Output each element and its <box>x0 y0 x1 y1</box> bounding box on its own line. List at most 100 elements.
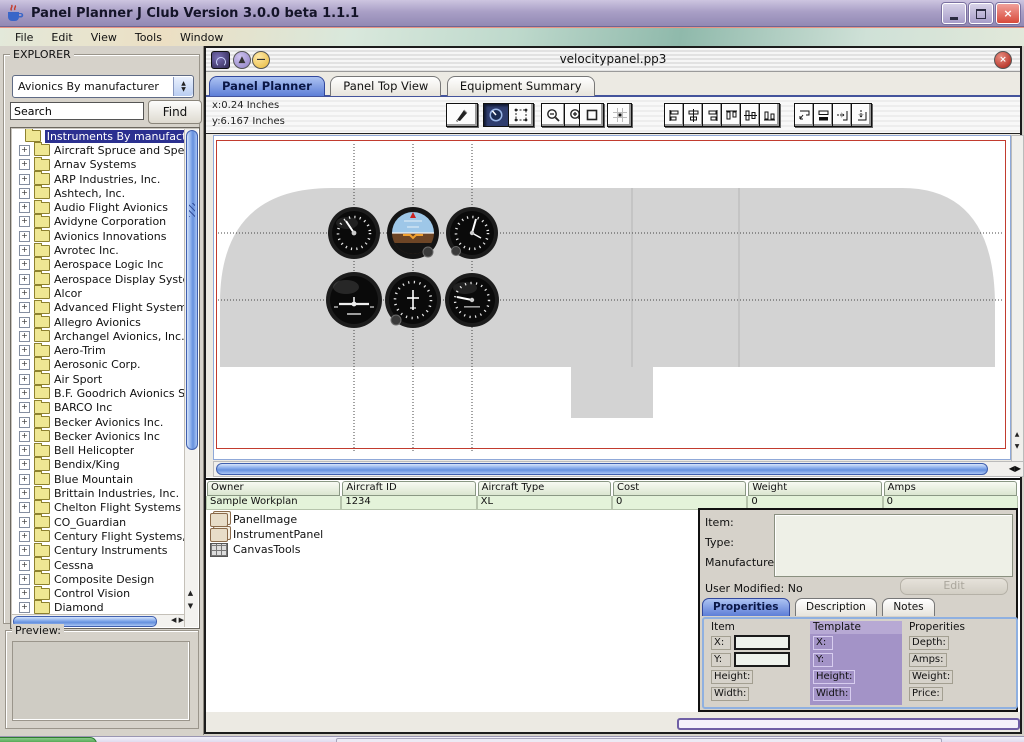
column-header[interactable]: Aircraft ID <box>342 481 475 496</box>
category-combobox[interactable]: Avionics By manufacturer ▲▼ <box>12 75 194 98</box>
tree-item[interactable]: + Advanced Flight Systems <box>12 301 184 315</box>
snap-right-button[interactable] <box>832 103 853 127</box>
scroll-up-icon[interactable]: ▲ <box>1012 431 1022 438</box>
airspeed-indicator[interactable] <box>328 207 380 259</box>
document-titlebar[interactable]: ▲ — velocitypanel.pp3 × <box>206 48 1020 72</box>
tree-item[interactable]: + Avidyne Corporation <box>12 215 184 229</box>
altimeter[interactable] <box>446 207 498 259</box>
table-cell[interactable]: Sample Workplan <box>206 496 341 510</box>
turn-coordinator[interactable] <box>326 272 382 328</box>
snap-top-button[interactable] <box>794 103 815 127</box>
select-tool-button[interactable] <box>508 103 534 127</box>
zoom-out-button[interactable] <box>541 103 566 127</box>
expand-icon[interactable]: + <box>19 145 30 156</box>
tree-item[interactable]: + Aerospace Logic Inc <box>12 258 184 272</box>
tree-item[interactable]: + Avionics Innovations <box>12 229 184 243</box>
tree-item[interactable]: + Ashtech, Inc. <box>12 186 184 200</box>
tab-properities[interactable]: Properities <box>702 598 790 616</box>
align-middle-button[interactable] <box>740 103 761 127</box>
tab-description[interactable]: Description <box>795 598 877 616</box>
tree-vertical-scrollbar[interactable]: ▲▼ <box>184 129 198 627</box>
expand-icon[interactable]: + <box>19 602 30 613</box>
tree-item[interactable]: + Becker Avionics Inc. <box>12 415 184 429</box>
column-header[interactable]: Weight <box>748 481 881 496</box>
align-bottom-button[interactable] <box>759 103 780 127</box>
field-input[interactable] <box>734 635 790 650</box>
menu-item[interactable]: Edit <box>42 30 81 45</box>
bottom-horizontal-scrollbar[interactable] <box>677 718 1020 730</box>
expand-icon[interactable]: + <box>19 417 30 428</box>
menu-item[interactable]: View <box>82 30 126 45</box>
column-header[interactable]: Aircraft Type <box>478 481 611 496</box>
tab-notes[interactable]: Notes <box>882 598 934 616</box>
scroll-arrows-icon[interactable]: ◀ ▶ <box>171 616 184 624</box>
table-cell[interactable]: 1234 <box>341 496 476 510</box>
heading-indicator[interactable] <box>385 272 441 328</box>
expand-icon[interactable]: + <box>19 474 30 485</box>
table-cell[interactable]: XL <box>477 496 612 510</box>
expand-icon[interactable]: + <box>19 274 30 285</box>
instrument-tool-button[interactable] <box>483 103 509 127</box>
doc-close-button[interactable]: × <box>994 51 1012 69</box>
expand-icon[interactable]: + <box>19 588 30 599</box>
expand-icon[interactable]: + <box>19 388 30 399</box>
tree-item[interactable]: + Alcor <box>12 286 184 300</box>
expand-icon[interactable]: + <box>19 402 30 413</box>
tree-item[interactable]: + Arnav Systems <box>12 158 184 172</box>
expand-icon[interactable]: + <box>19 488 30 499</box>
tree-item[interactable]: + Century Instruments <box>12 544 184 558</box>
tree-item[interactable]: + Becker Avionics Inc <box>12 429 184 443</box>
tree-item[interactable]: + B.F. Goodrich Avionics Sys <box>12 386 184 400</box>
tree-item[interactable]: + Audio Flight Avionics <box>12 200 184 214</box>
tree-item[interactable]: + Brittain Industries, Inc. <box>12 486 184 500</box>
minimize-button[interactable] <box>942 3 966 24</box>
tree-item[interactable]: + Control Vision <box>12 587 184 601</box>
scrollbar-thumb[interactable] <box>186 130 198 450</box>
tree-item[interactable]: + Diamond <box>12 601 184 615</box>
tab-equipment-summary[interactable]: Equipment Summary <box>447 76 595 96</box>
align-right-button[interactable] <box>702 103 723 127</box>
expand-icon[interactable]: + <box>19 374 30 385</box>
snap-bottom-button[interactable] <box>851 103 872 127</box>
canvas-horizontal-scrollbar[interactable]: ◀▶ <box>213 461 1024 477</box>
tree-item[interactable]: + Allegro Avionics <box>12 315 184 329</box>
vertical-speed-indicator[interactable] <box>445 273 499 327</box>
tree-item[interactable]: + Blue Mountain <box>12 472 184 486</box>
expand-icon[interactable]: + <box>19 459 30 470</box>
expand-icon[interactable]: + <box>19 531 30 542</box>
menu-item[interactable]: Tools <box>126 30 171 45</box>
tree-item[interactable]: + Avrotec Inc. <box>12 243 184 257</box>
attitude-indicator[interactable] <box>387 207 439 259</box>
expand-icon[interactable]: + <box>19 445 30 456</box>
tree-item[interactable]: + Aero-Trim <box>12 343 184 357</box>
tree-item[interactable]: + Chelton Flight Systems <box>12 501 184 515</box>
layer-item[interactable]: CanvasTools <box>210 542 410 557</box>
tree-item[interactable]: + Bell Helicopter <box>12 444 184 458</box>
tab-panel-planner[interactable]: Panel Planner <box>209 76 325 96</box>
expand-icon[interactable]: + <box>19 574 30 585</box>
restore-button[interactable] <box>969 3 993 24</box>
scroll-arrows-icon[interactable]: ◀▶ <box>1009 464 1021 473</box>
tree-item[interactable]: + CO_Guardian <box>12 515 184 529</box>
expand-icon[interactable]: + <box>19 317 30 328</box>
snap-middle-button[interactable] <box>813 103 834 127</box>
canvas-vertical-scrollbar[interactable]: ▲ ▼ <box>1011 135 1024 462</box>
expand-icon[interactable]: + <box>19 431 30 442</box>
scroll-arrows-icon[interactable]: ▲▼ <box>184 587 197 613</box>
tree-root-item[interactable]: + Instruments By manufacturer <box>12 129 184 143</box>
expand-icon[interactable]: + <box>19 545 30 556</box>
column-header[interactable]: Cost <box>613 481 746 496</box>
expand-icon[interactable]: + <box>19 188 30 199</box>
edit-button[interactable]: Edit <box>900 578 1008 595</box>
layer-item[interactable]: PanelImage <box>210 512 410 527</box>
close-button[interactable]: × <box>996 3 1020 24</box>
grid-snap-button[interactable] <box>607 103 632 127</box>
tree-item[interactable]: + ARP Industries, Inc. <box>12 172 184 186</box>
expand-icon[interactable]: + <box>19 302 30 313</box>
expand-icon[interactable]: + <box>19 560 30 571</box>
expand-icon[interactable]: + <box>19 331 30 342</box>
expand-icon[interactable]: + <box>19 159 30 170</box>
find-button[interactable]: Find <box>148 100 202 124</box>
expand-icon[interactable]: + <box>19 174 30 185</box>
column-header[interactable]: Owner <box>207 481 340 496</box>
